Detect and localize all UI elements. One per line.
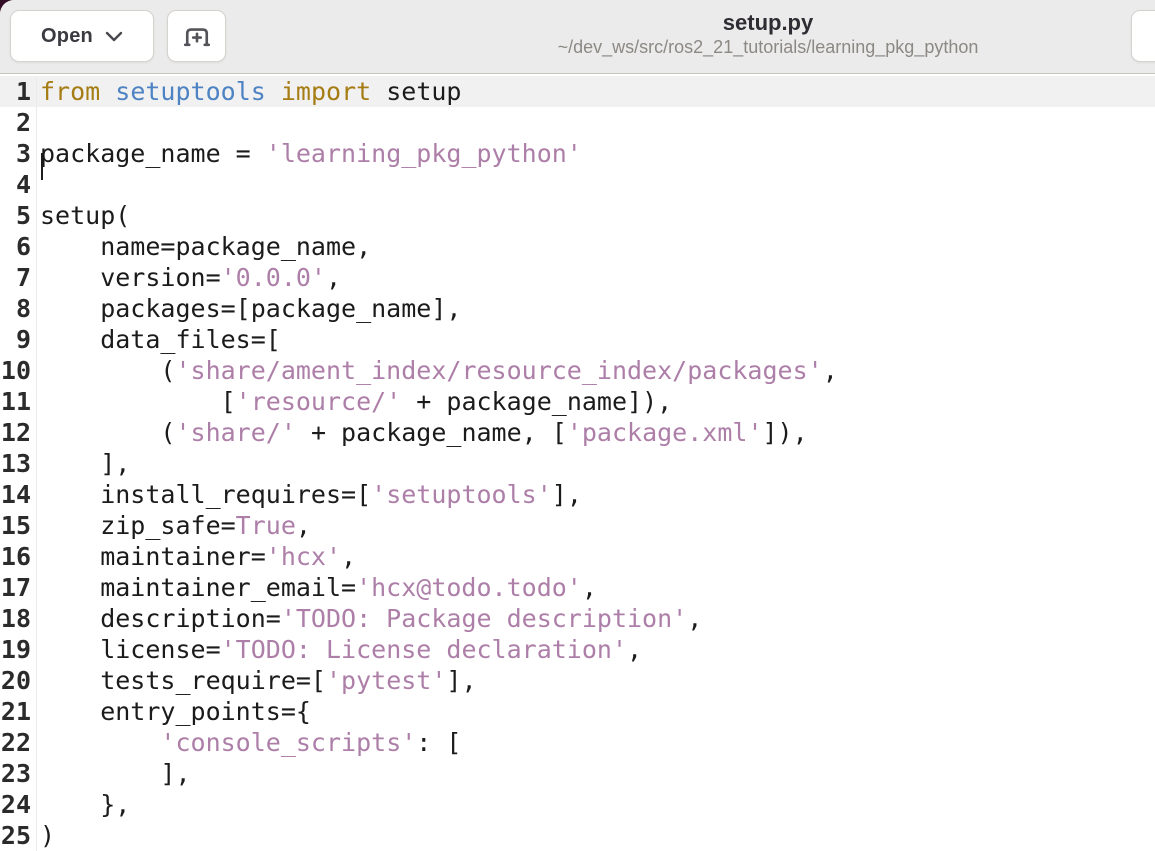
line-number: 9 bbox=[0, 324, 37, 355]
code-line[interactable]: 18 description='TODO: Package descriptio… bbox=[0, 603, 1155, 634]
window-title: setup.py bbox=[722, 10, 814, 35]
line-number: 15 bbox=[0, 510, 37, 541]
code-line-text: ], bbox=[40, 759, 191, 788]
header-bar: Open setup.py ~/dev_ws/src/ros2_21_tutor… bbox=[0, 0, 1155, 74]
code-line[interactable]: 22 'console_scripts': [ bbox=[0, 727, 1155, 758]
line-number: 22 bbox=[0, 727, 37, 758]
code-line-text: ('share/' + package_name, ['package.xml'… bbox=[40, 418, 808, 447]
tab-new-icon bbox=[182, 21, 212, 51]
gedit-window: Open setup.py ~/dev_ws/src/ros2_21_tutor… bbox=[0, 0, 1155, 851]
code-line-text: ], bbox=[40, 449, 131, 478]
line-number: 18 bbox=[0, 603, 37, 634]
code-line-text: 'console_scripts': [ bbox=[160, 728, 462, 757]
line-number: 21 bbox=[0, 696, 37, 727]
code-line[interactable]: 6 name=package_name, bbox=[0, 231, 1155, 262]
code-line[interactable]: 10 ('share/ament_index/resource_index/pa… bbox=[0, 355, 1155, 386]
code-editor[interactable]: 1 from setuptools import setup 2 3 package_n… bbox=[0, 74, 1155, 851]
line-number: 2 bbox=[0, 107, 37, 138]
code-line-text: packages=[package_name], bbox=[40, 294, 462, 323]
code-line[interactable]: 15 zip_safe=True, bbox=[0, 510, 1155, 541]
code-line-text: license='TODO: License declaration', bbox=[40, 635, 643, 664]
code-line-text: name=package_name, bbox=[40, 232, 372, 261]
code-line[interactable]: 11 ['resource/' + package_name]), bbox=[0, 386, 1155, 417]
line-number: 23 bbox=[0, 758, 37, 789]
line-number: 17 bbox=[0, 572, 37, 603]
open-button-label: Open bbox=[41, 24, 93, 47]
line-number: 16 bbox=[0, 541, 37, 572]
code-line-text: maintainer_email='hcx@todo.todo', bbox=[40, 573, 597, 602]
code-line-text: }, bbox=[40, 790, 131, 819]
code-line-text: data_files=[ bbox=[40, 325, 281, 354]
code-line[interactable]: 14 install_requires=['setuptools'], bbox=[0, 479, 1155, 510]
code-line[interactable]: 21 entry_points={ bbox=[0, 696, 1155, 727]
line-number: 7 bbox=[0, 262, 37, 293]
code-line[interactable]: 23 ], bbox=[0, 758, 1155, 789]
code-line[interactable]: 25) bbox=[0, 820, 1155, 851]
open-button[interactable]: Open bbox=[10, 10, 154, 62]
code-line[interactable]: 1 from setuptools import setup bbox=[0, 76, 1155, 107]
code-line[interactable]: 3 package_name = 'learning_pkg_python' bbox=[0, 138, 1155, 169]
code-line-text: zip_safe=True, bbox=[40, 511, 311, 540]
code-line-text: install_requires=['setuptools'], bbox=[40, 480, 582, 509]
code-line[interactable]: 5 setup( bbox=[0, 200, 1155, 231]
line-number: 10 bbox=[0, 355, 37, 386]
text-cursor bbox=[41, 153, 43, 180]
code-line-text: setup( bbox=[40, 201, 131, 230]
code-line-text: from setuptools import setup bbox=[40, 77, 462, 106]
line-number: 11 bbox=[0, 386, 37, 417]
code-line[interactable]: 2 bbox=[0, 107, 1155, 138]
line-number: 20 bbox=[0, 665, 37, 696]
code-line[interactable]: 13 ], bbox=[0, 448, 1155, 479]
file-path-subtitle: ~/dev_ws/src/ros2_21_tutorials/learning_… bbox=[557, 37, 979, 57]
code-line[interactable]: 24 }, bbox=[0, 789, 1155, 820]
code-line-text: description='TODO: Package description', bbox=[40, 604, 703, 633]
code-line[interactable]: 17 maintainer_email='hcx@todo.todo', bbox=[0, 572, 1155, 603]
code-line[interactable]: 16 maintainer='hcx', bbox=[0, 541, 1155, 572]
line-number: 4 bbox=[0, 169, 37, 200]
line-number: 13 bbox=[0, 448, 37, 479]
line-number: 12 bbox=[0, 417, 37, 448]
code-line-text: package_name = 'learning_pkg_python' bbox=[40, 139, 582, 168]
cut-off-right-button[interactable] bbox=[1131, 10, 1155, 62]
line-number: 1 bbox=[0, 76, 37, 107]
line-number: 3 bbox=[0, 138, 37, 169]
line-number: 25 bbox=[0, 820, 37, 851]
code-line-text: ('share/ament_index/resource_index/packa… bbox=[40, 356, 838, 385]
code-line-text: maintainer='hcx', bbox=[40, 542, 357, 571]
code-line-text: tests_require=['pytest'], bbox=[40, 666, 477, 695]
line-number: 19 bbox=[0, 634, 37, 665]
code-line[interactable]: 7 version='0.0.0', bbox=[0, 262, 1155, 293]
code-line-text: ) bbox=[40, 821, 56, 850]
code-line[interactable]: 8 packages=[package_name], bbox=[0, 293, 1155, 324]
code-line-text: entry_points={ bbox=[40, 697, 311, 726]
chevron-down-icon bbox=[105, 31, 123, 42]
code-line-text: version='0.0.0', bbox=[40, 263, 342, 292]
code-line[interactable]: 19 license='TODO: License declaration', bbox=[0, 634, 1155, 665]
code-line[interactable]: 4 bbox=[0, 169, 1155, 200]
line-number: 14 bbox=[0, 479, 37, 510]
line-number: 6 bbox=[0, 231, 37, 262]
code-line[interactable]: 12 ('share/' + package_name, ['package.x… bbox=[0, 417, 1155, 448]
line-number: 8 bbox=[0, 293, 37, 324]
code-line[interactable]: 9 data_files=[ bbox=[0, 324, 1155, 355]
code-line-text: ['resource/' + package_name]), bbox=[40, 387, 673, 416]
code-line[interactable]: 20 tests_require=['pytest'], bbox=[0, 665, 1155, 696]
line-number: 5 bbox=[0, 200, 37, 231]
new-tab-button[interactable] bbox=[167, 10, 226, 62]
line-number: 24 bbox=[0, 789, 37, 820]
